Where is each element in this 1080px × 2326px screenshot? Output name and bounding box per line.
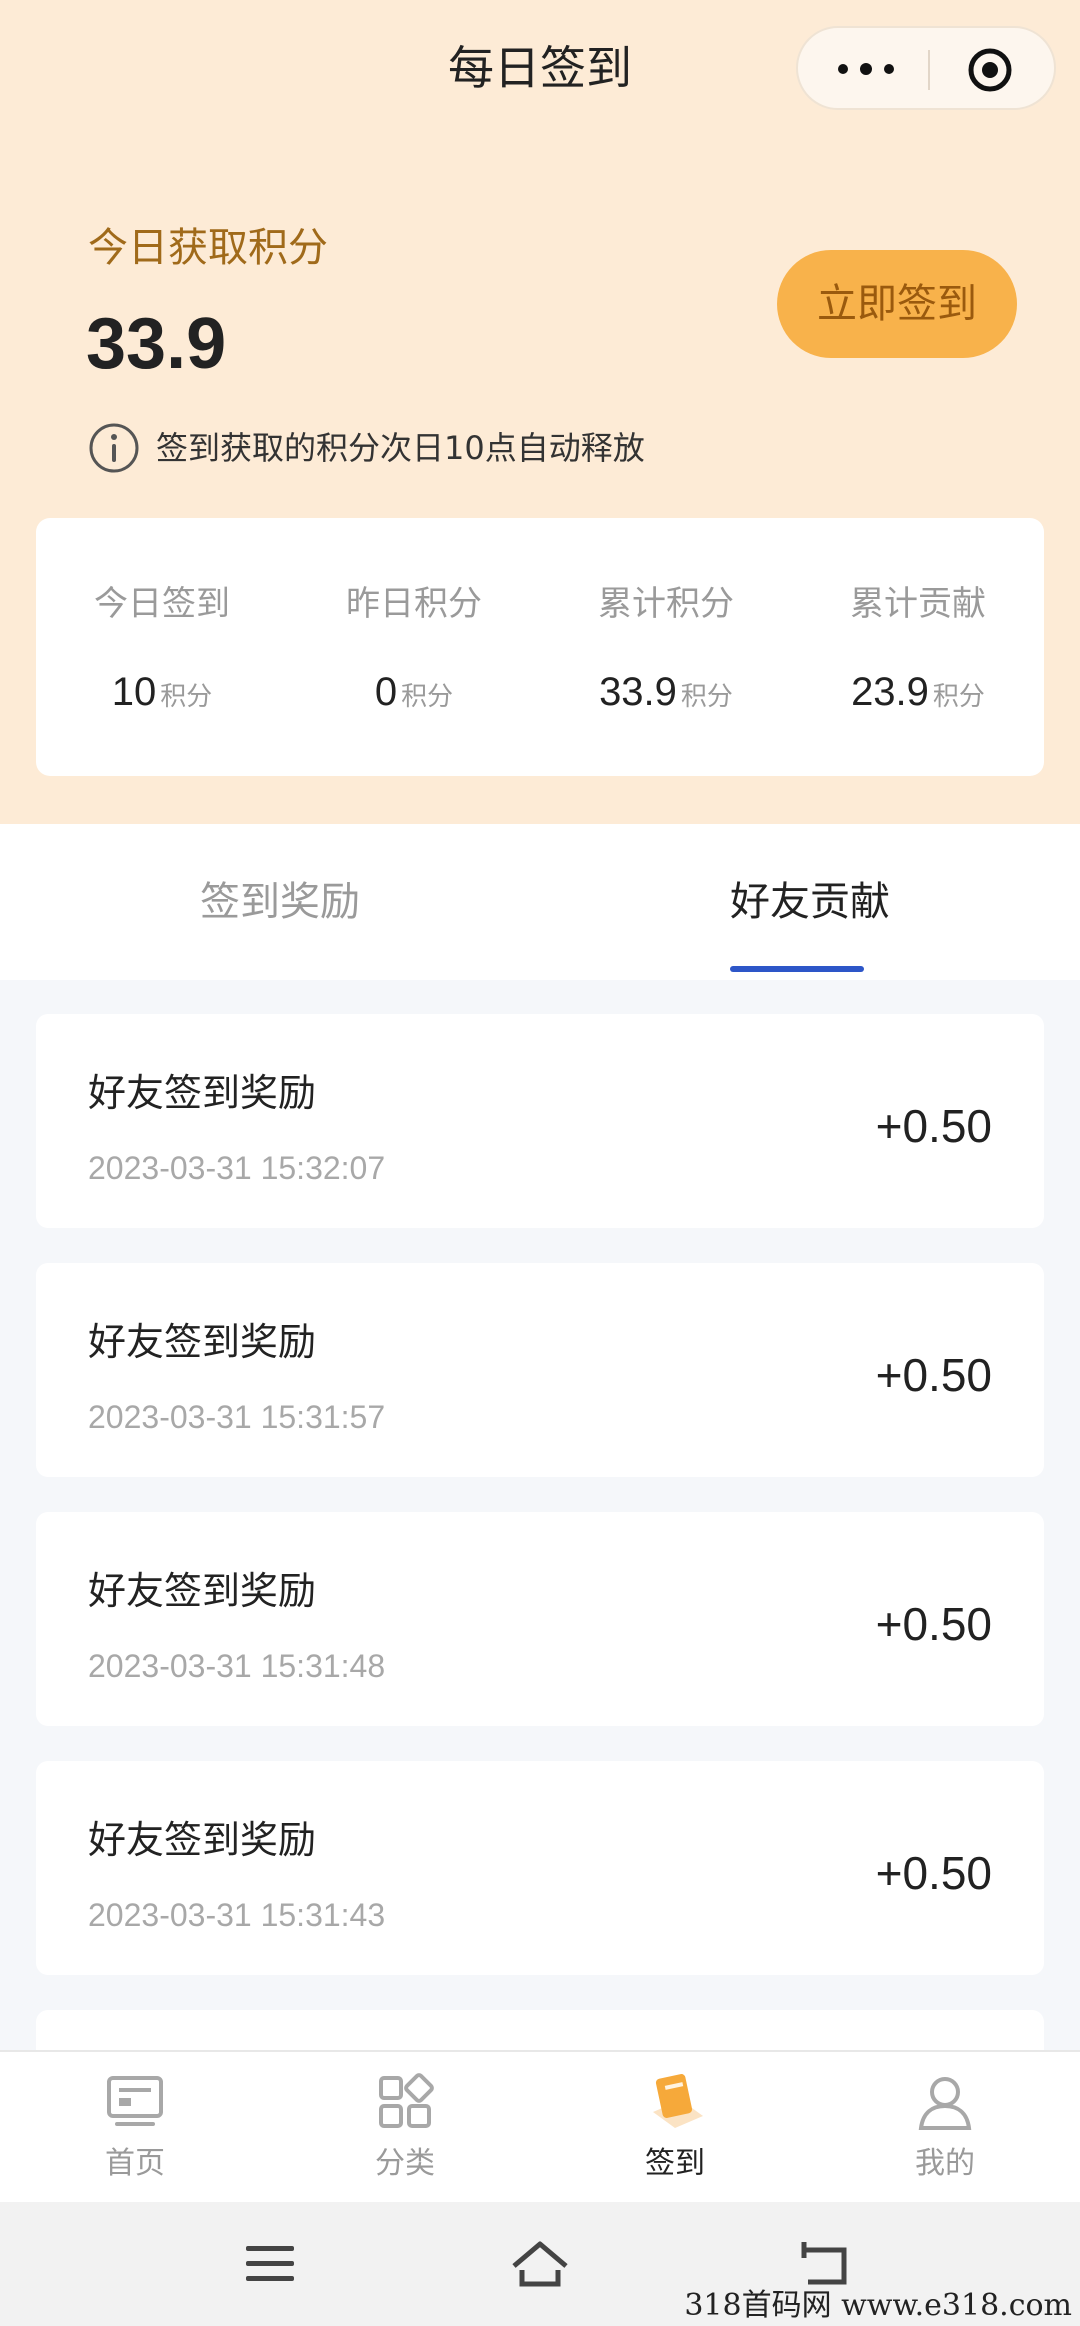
record-title: 好友签到奖励 — [88, 1569, 317, 1613]
record-tabs: 签到奖励 好友贡献 — [0, 824, 1080, 980]
record-amount: +0.50 — [875, 1598, 992, 1650]
calendar-icon — [653, 2074, 703, 2128]
list-item: 好友签到奖励 2023-03-31 15:31:57 +0.50 — [36, 1263, 1044, 1477]
tab-label: 好友贡献 — [730, 879, 890, 925]
notice-text: 签到获取的积分次日10点自动释放 — [156, 429, 645, 467]
stat-unit: 积分 — [932, 682, 985, 712]
tabbar-label: 我的 — [915, 2146, 975, 2181]
home-icon[interactable] — [510, 2236, 570, 2292]
stat-unit: 积分 — [680, 682, 733, 712]
stats-card: 今日签到 10 积分 昨日积分 0 积分 累计积分 33.9 积分 累计贡献 23.9… — [36, 518, 1044, 776]
signin-button[interactable]: 立即签到 — [777, 250, 1017, 358]
stat-unit: 积分 — [401, 682, 454, 712]
record-amount: +0.50 — [875, 1847, 992, 1899]
menu-icon[interactable] — [240, 2236, 300, 2292]
list-item: 好友签到奖励 2023-03-31 15:32:07 +0.50 — [36, 1014, 1044, 1228]
tab-label: 签到奖励 — [200, 879, 360, 925]
stat-value: 33.9 — [599, 670, 677, 714]
stat-label: 昨日积分 — [346, 584, 482, 624]
stat-value: 10 — [111, 670, 157, 714]
release-notice: 签到获取的积分次日10点自动释放 — [88, 420, 645, 476]
stat-label: 今日签到 — [94, 584, 230, 624]
tabbar-label: 首页 — [105, 2146, 165, 2181]
stat-label: 累计积分 — [598, 584, 734, 624]
user-icon — [918, 2077, 972, 2130]
list-item: 好友签到奖励 2023-03-31 15:31:48 +0.50 — [36, 1512, 1044, 1726]
stat-unit: 积分 — [160, 682, 213, 712]
record-title: 好友签到奖励 — [88, 1320, 317, 1364]
more-icon[interactable] — [834, 56, 914, 84]
tabbar-label: 分类 — [375, 2146, 435, 2181]
today-points-value: 33.9 — [86, 304, 227, 384]
tab-friend-contribution[interactable]: 好友贡献 — [540, 824, 1080, 980]
record-title: 好友签到奖励 — [88, 1818, 317, 1862]
miniprogram-capsule — [796, 26, 1056, 110]
header-area: 每日签到 今日获取积分 33.9 立即签到 签到获取的积分次日10点自动释放 今… — [0, 0, 1080, 824]
close-miniprogram-icon[interactable] — [966, 46, 1014, 94]
info-icon — [89, 423, 139, 473]
stat-today-signin: 今日签到 10 积分 — [36, 518, 288, 776]
stat-yesterday-points: 昨日积分 0 积分 — [288, 518, 540, 776]
record-amount: +0.50 — [875, 1100, 992, 1152]
stat-value: 0 — [374, 670, 398, 714]
record-title: 好友签到奖励 — [88, 1071, 317, 1115]
tabbar-label: 签到 — [645, 2146, 705, 2181]
record-time: 2023-03-31 15:31:43 — [88, 1897, 386, 1933]
list-item: 好友签到奖励 2023-03-31 15:31:43 +0.50 — [36, 1761, 1044, 1975]
grid-icon — [379, 2073, 434, 2128]
tabbar-item-signin[interactable]: 签到 — [540, 2052, 810, 2204]
tab-signin-rewards[interactable]: 签到奖励 — [10, 824, 550, 980]
record-time: 2023-03-31 15:32:07 — [88, 1150, 386, 1186]
monitor-icon — [107, 2076, 163, 2126]
record-time: 2023-03-31 15:31:57 — [88, 1399, 386, 1435]
capsule-divider — [928, 50, 930, 90]
active-tab-indicator — [730, 966, 864, 972]
record-amount: +0.50 — [875, 1349, 992, 1401]
tabbar-item-home[interactable]: 首页 — [0, 2052, 270, 2204]
tabbar-item-category[interactable]: 分类 — [270, 2052, 540, 2204]
stat-value: 23.9 — [851, 670, 929, 714]
back-icon[interactable] — [796, 2236, 856, 2292]
watermark: 318首码网 www.e318.com — [684, 2288, 1072, 2323]
tabbar-item-mine[interactable]: 我的 — [810, 2052, 1080, 2204]
stat-total-points: 累计积分 33.9 积分 — [540, 518, 792, 776]
stat-label: 累计贡献 — [850, 584, 986, 624]
stat-total-contribution: 累计贡献 23.9 积分 — [792, 518, 1044, 776]
record-time: 2023-03-31 15:31:48 — [88, 1648, 386, 1684]
bottom-tabbar: 首页 分类 签到 我的 — [0, 2050, 1080, 2202]
today-points-label: 今日获取积分 — [88, 225, 328, 271]
